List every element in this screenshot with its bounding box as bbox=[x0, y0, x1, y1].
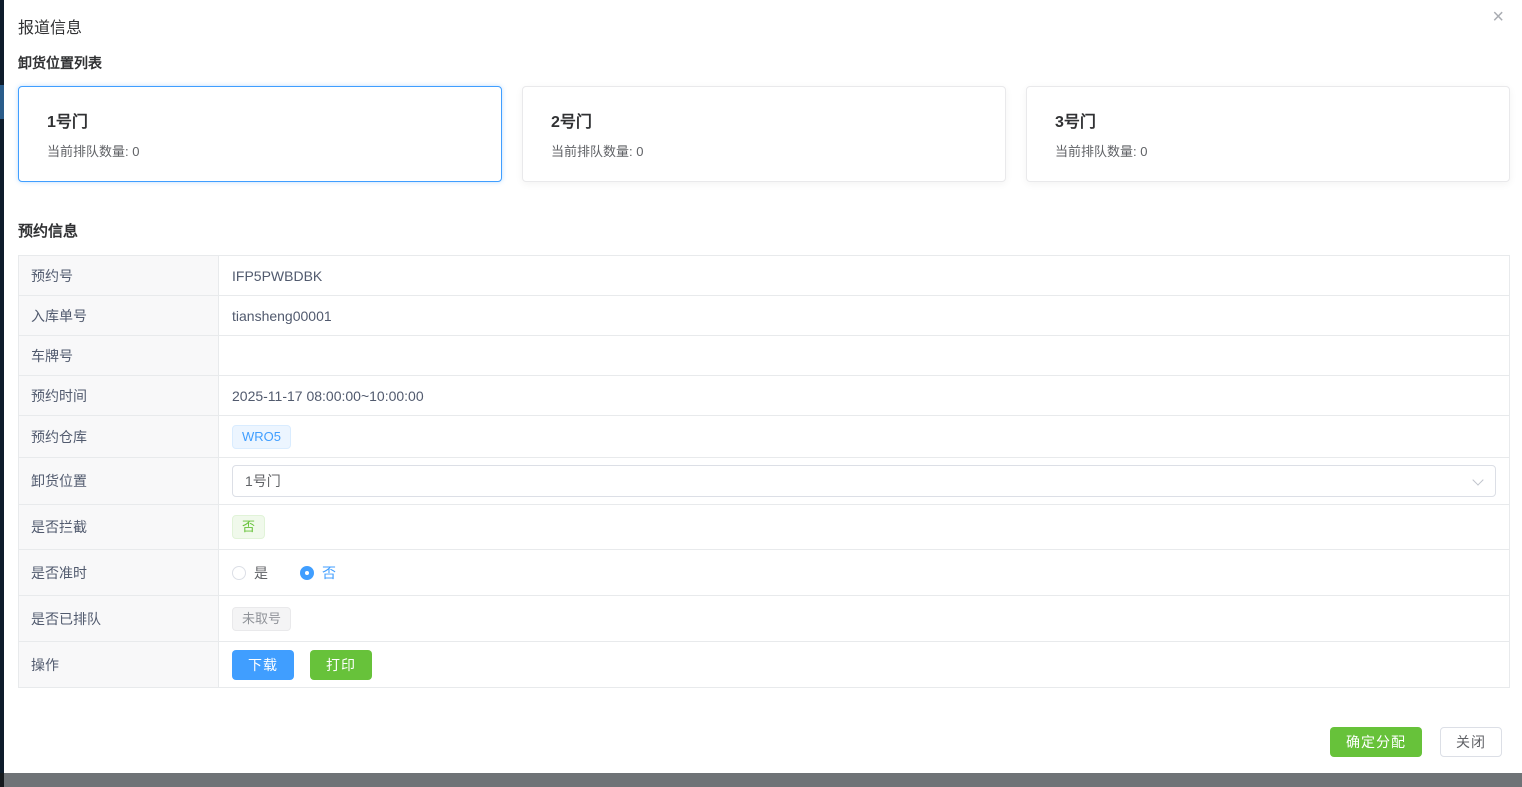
reservation-time-value: 2025-11-17 08:00:00~10:00:00 bbox=[219, 376, 1509, 415]
location-card-gate1[interactable]: 1号门 当前排队数量: 0 bbox=[18, 86, 502, 182]
unload-location-cards: 1号门 当前排队数量: 0 2号门 当前排队数量: 0 3号门 当前排队数量: … bbox=[18, 86, 1510, 182]
confirm-assign-button[interactable]: 确定分配 bbox=[1330, 727, 1422, 757]
radio-yes-label: 是 bbox=[254, 563, 268, 583]
row-label: 操作 bbox=[19, 642, 219, 687]
row-label: 是否已排队 bbox=[19, 596, 219, 641]
reservation-no-value: IFP5PWBDBK bbox=[219, 256, 1509, 295]
row-label: 卸货位置 bbox=[19, 458, 219, 504]
modal-title: 报道信息 bbox=[18, 14, 82, 38]
table-row-unload-location: 卸货位置 1号门 bbox=[19, 458, 1509, 505]
plate-no-value bbox=[219, 336, 1509, 375]
on-time-radio-group: 是 否 bbox=[232, 563, 336, 583]
row-label: 预约号 bbox=[19, 256, 219, 295]
select-value: 1号门 bbox=[245, 473, 281, 489]
table-row-warehouse: 预约仓库 WRO5 bbox=[19, 416, 1509, 458]
radio-circle-icon bbox=[300, 566, 314, 580]
table-row-actions: 操作 下载 打印 bbox=[19, 642, 1509, 688]
intercept-tag: 否 bbox=[232, 515, 265, 539]
close-button[interactable]: 关闭 bbox=[1440, 727, 1502, 757]
location-card-gate3[interactable]: 3号门 当前排队数量: 0 bbox=[1026, 86, 1510, 182]
background-dimmed-corner bbox=[0, 773, 4, 787]
location-card-queue-count: 当前排队数量: 0 bbox=[47, 141, 473, 160]
report-info-modal: 报道信息 × 卸货位置列表 1号门 当前排队数量: 0 2号门 当前排队数量: … bbox=[0, 0, 1522, 787]
download-button[interactable]: 下载 bbox=[232, 650, 294, 680]
close-icon[interactable]: × bbox=[1492, 7, 1504, 27]
unload-location-select[interactable]: 1号门 bbox=[232, 465, 1496, 497]
warehouse-value: WRO5 bbox=[219, 416, 1509, 457]
reservation-info-table: 预约号 IFP5PWBDBK 入库单号 tiansheng00001 车牌号 预… bbox=[18, 255, 1510, 688]
unload-location-cell: 1号门 bbox=[219, 458, 1509, 504]
background-dimmed-strip bbox=[0, 773, 1522, 787]
radio-yes[interactable]: 是 bbox=[232, 563, 268, 583]
row-label: 是否拦截 bbox=[19, 505, 219, 549]
actions-cell: 下载 打印 bbox=[219, 642, 1509, 687]
row-label: 是否准时 bbox=[19, 550, 219, 595]
table-row-on-time: 是否准时 是 否 bbox=[19, 550, 1509, 596]
location-card-title: 2号门 bbox=[551, 108, 977, 132]
unload-location-list-heading: 卸货位置列表 bbox=[18, 53, 102, 73]
radio-no[interactable]: 否 bbox=[300, 563, 336, 583]
operation-buttons: 下载 打印 bbox=[232, 650, 372, 680]
radio-no-label: 否 bbox=[322, 563, 336, 583]
row-label: 车牌号 bbox=[19, 336, 219, 375]
modal-footer: 确定分配 关闭 bbox=[1330, 727, 1502, 757]
warehouse-tag: WRO5 bbox=[232, 425, 291, 449]
table-row-plate-no: 车牌号 bbox=[19, 336, 1509, 376]
print-button[interactable]: 打印 bbox=[310, 650, 372, 680]
radio-circle-icon bbox=[232, 566, 246, 580]
location-card-title: 1号门 bbox=[47, 108, 473, 132]
row-label: 预约仓库 bbox=[19, 416, 219, 457]
row-label: 入库单号 bbox=[19, 296, 219, 335]
location-card-queue-count: 当前排队数量: 0 bbox=[551, 141, 977, 160]
intercept-value: 否 bbox=[219, 505, 1509, 549]
location-card-queue-count: 当前排队数量: 0 bbox=[1055, 141, 1481, 160]
table-row-inbound-no: 入库单号 tiansheng00001 bbox=[19, 296, 1509, 336]
location-card-title: 3号门 bbox=[1055, 108, 1481, 132]
table-row-reservation-no: 预约号 IFP5PWBDBK bbox=[19, 256, 1509, 296]
table-row-queued: 是否已排队 未取号 bbox=[19, 596, 1509, 642]
background-sidebar-active-item bbox=[0, 85, 4, 119]
row-label: 预约时间 bbox=[19, 376, 219, 415]
chevron-down-icon bbox=[1472, 474, 1483, 485]
table-row-intercept: 是否拦截 否 bbox=[19, 505, 1509, 550]
reservation-info-heading: 预约信息 bbox=[18, 220, 78, 241]
inbound-no-value: tiansheng00001 bbox=[219, 296, 1509, 335]
table-row-reservation-time: 预约时间 2025-11-17 08:00:00~10:00:00 bbox=[19, 376, 1509, 416]
location-card-gate2[interactable]: 2号门 当前排队数量: 0 bbox=[522, 86, 1006, 182]
on-time-value: 是 否 bbox=[219, 550, 1509, 595]
queued-value: 未取号 bbox=[219, 596, 1509, 641]
queued-tag: 未取号 bbox=[232, 607, 291, 631]
